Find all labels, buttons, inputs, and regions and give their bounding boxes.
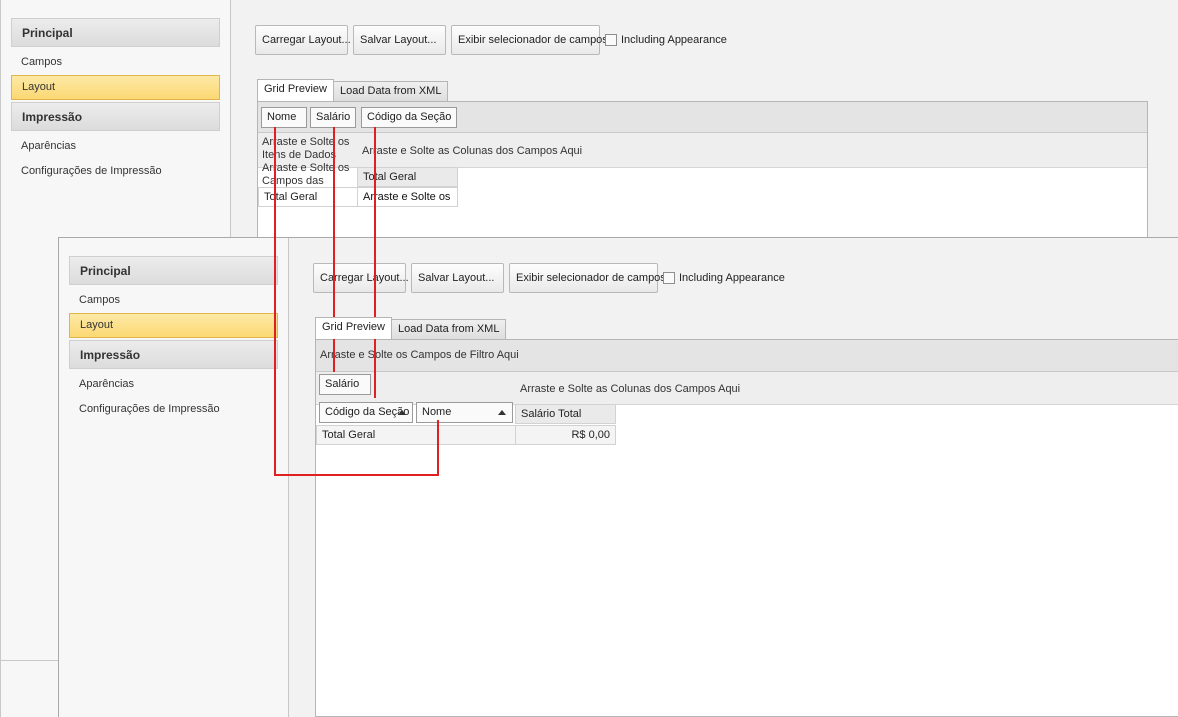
including-appearance-checkbox[interactable] xyxy=(663,272,675,284)
field-salario[interactable]: Salário xyxy=(310,107,356,128)
grand-total-value: R$ 0,00 xyxy=(515,425,616,445)
sort-ascending-icon xyxy=(398,410,406,415)
nav-item-layout[interactable]: Layout xyxy=(69,313,278,338)
load-layout-button[interactable]: Carregar Layout... xyxy=(313,263,409,293)
data-area-hint: Arraste e Solte os Itens de Dados xyxy=(262,136,350,161)
tab-load-xml[interactable]: Load Data from XML xyxy=(390,319,507,339)
preview-tabs: Grid Preview Load Data from XML xyxy=(257,79,449,101)
field-nome[interactable]: Nome xyxy=(261,107,307,128)
nav-item-layout[interactable]: Layout xyxy=(11,75,220,100)
filter-area: Arraste e Solte os Campos de Filtro Aqui xyxy=(316,340,1178,372)
column-area-hint: Arraste e Solte as Colunas dos Campos Aq… xyxy=(362,145,583,157)
nav-item-campos[interactable]: Campos xyxy=(11,50,220,75)
nav-item-configuracoes[interactable]: Configurações de Impressão xyxy=(11,159,220,184)
layout-toolbar: Carregar Layout... Salvar Layout... Exib… xyxy=(255,25,727,55)
row-field-nome[interactable]: Nome xyxy=(416,402,513,423)
data-field-salario[interactable]: Salário xyxy=(319,374,371,395)
tab-grid-preview[interactable]: Grid Preview xyxy=(257,79,334,101)
nav-item-aparencias[interactable]: Aparências xyxy=(11,134,220,159)
row-area-hint: Arraste e Solte os Campos das Linhas xyxy=(262,162,350,187)
save-layout-button[interactable]: Salvar Layout... xyxy=(353,25,446,55)
field-chooser-button[interactable]: Exibir selecionador de campos xyxy=(451,25,608,55)
filter-area-hint: Arraste e Solte os Campos de Filtro Aqui xyxy=(320,349,519,361)
nav-item-campos[interactable]: Campos xyxy=(69,288,278,313)
tab-load-xml[interactable]: Load Data from XML xyxy=(332,81,449,101)
grand-total-row: Total Geral xyxy=(316,425,516,445)
nav-group-impressao[interactable]: Impressão xyxy=(11,102,220,131)
column-area-hint: Arraste e Solte as Colunas dos Campos Aq… xyxy=(520,383,741,395)
grand-total-row: Total Geral xyxy=(258,187,358,207)
field-chooser-button[interactable]: Exibir selecionador de campos xyxy=(509,263,666,293)
row-field-codigo-secao[interactable]: Código da Seção xyxy=(319,402,413,423)
field-codigo-secao[interactable]: Código da Seção xyxy=(361,107,457,128)
filter-area: Nome Salário Código da Seção xyxy=(258,102,1147,133)
nav-item-configuracoes[interactable]: Configurações de Impressão xyxy=(69,397,278,422)
column-area: Salário Arraste e Solte as Colunas dos C… xyxy=(316,372,1178,405)
column-area: Arraste e Solte os Itens de Dados Arrast… xyxy=(258,133,1147,168)
tab-grid-preview[interactable]: Grid Preview xyxy=(315,317,392,339)
save-layout-button[interactable]: Salvar Layout... xyxy=(411,263,504,293)
layout-toolbar: Carregar Layout... Salvar Layout... Exib… xyxy=(313,263,785,293)
nav-item-aparencias[interactable]: Aparências xyxy=(69,372,278,397)
pivot-grid-after: Arraste e Solte os Campos de Filtro Aqui… xyxy=(315,339,1178,717)
designer-window-after: Principal Campos Layout Impressão Aparên… xyxy=(58,237,1178,717)
including-appearance-checkbox[interactable] xyxy=(605,34,617,46)
nav-group-principal[interactable]: Principal xyxy=(69,256,278,285)
navigation-pane: Principal Campos Layout Impressão Aparên… xyxy=(59,238,289,717)
nav-group-principal[interactable]: Principal xyxy=(11,18,220,47)
salario-total-header: Salário Total xyxy=(515,404,616,424)
load-layout-button[interactable]: Carregar Layout... xyxy=(255,25,351,55)
including-appearance-label: Including Appearance xyxy=(621,34,727,46)
row-field-nome-label: Nome xyxy=(422,406,452,418)
grand-total-header: Total Geral xyxy=(357,167,458,187)
preview-tabs: Grid Preview Load Data from XML xyxy=(315,317,507,339)
nav-group-impressao[interactable]: Impressão xyxy=(69,340,278,369)
including-appearance-label: Including Appearance xyxy=(679,272,785,284)
row-field-codigo-secao-label: Código da Seção xyxy=(325,406,410,418)
layout-page: Carregar Layout... Salvar Layout... Exib… xyxy=(289,238,1178,717)
data-drop-cell: Arraste e Solte os xyxy=(357,187,458,207)
sort-ascending-icon xyxy=(498,410,506,415)
